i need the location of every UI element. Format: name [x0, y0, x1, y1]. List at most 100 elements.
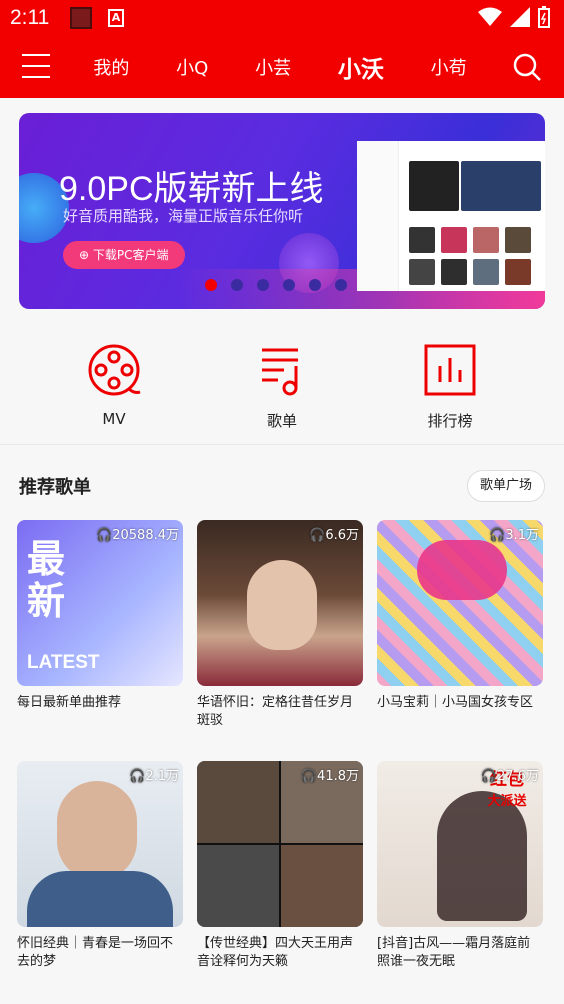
headphones-icon: 🎧 [309, 528, 326, 543]
ranking-label: 排行榜 [427, 412, 473, 430]
tab-wode[interactable]: 我的 [93, 54, 129, 80]
channel-tabs: 我的 小Q 小芸 小沃 小苟 [70, 36, 490, 98]
signal-icon [510, 7, 530, 27]
playlist-card[interactable]: 🎧6.6万 华语怀旧：定格往昔任岁月斑驳 [197, 520, 363, 730]
screenshot-tile [461, 161, 541, 211]
top-header: 我的 小Q 小芸 小沃 小苟 [0, 36, 564, 98]
badge-line-2: 大派送 [487, 794, 527, 809]
headphones-icon: 🎧 [300, 769, 318, 784]
playlist-cover: 🎧3.1万 [377, 520, 543, 686]
playlist-cover: 🎧2.1万 [17, 761, 183, 927]
download-pc-button[interactable]: ⊕ 下载PC客户端 [63, 241, 185, 269]
screenshot-sidebar [357, 141, 399, 291]
download-icon: ⊕ [79, 248, 90, 262]
banner-pager-dot[interactable] [309, 279, 321, 291]
banner-title: 9.0PC版崭新上线 [59, 170, 324, 208]
promo-banner[interactable]: 9.0PC版崭新上线 好音质用酷我，海量正版音乐任你听 ⊕ 下载PC客户端 [19, 113, 545, 309]
cover-quad [197, 845, 279, 927]
battery-icon [538, 6, 550, 28]
screenshot-tile [473, 259, 499, 285]
chart-icon [424, 344, 476, 396]
play-count-value: 27.6万 [497, 769, 539, 784]
cover-latest-word: LATEST [27, 652, 100, 673]
banner-pager-dot[interactable] [335, 279, 347, 291]
notification-icon [70, 7, 92, 29]
playlist-cover: 最 新 LATEST 🎧20588.4万 [17, 520, 183, 686]
play-count: 🎧3.1万 [489, 524, 539, 543]
play-count-value: 20588.4万 [112, 528, 179, 543]
cover-latest-char-2: 新 [27, 579, 66, 623]
section-title: 推荐歌单 [19, 477, 91, 498]
play-count: 🎧20588.4万 [96, 524, 179, 543]
playlist-title: [抖音]古风——霜月落庭前照谁一夜无眠 [377, 936, 531, 969]
wifi-icon [478, 7, 502, 26]
playlist-cover: 🎧41.8万 [197, 761, 363, 927]
quick-actions: MV 歌单 排行榜 [0, 330, 564, 442]
playlist-title: 怀旧经典｜青春是一场回不去的梦 [17, 936, 174, 969]
cover-portrait [247, 560, 317, 650]
app-notification-icon: A [108, 9, 124, 27]
banner-subtitle: 好音质用酷我，海量正版音乐任你听 [63, 207, 304, 225]
play-count: 🎧41.8万 [301, 765, 359, 784]
mv-label: MV [102, 410, 126, 428]
headphones-icon: 🎧 [96, 528, 113, 543]
screenshot-tile [505, 227, 531, 253]
screenshot-tile [473, 227, 499, 253]
banner-pager-dot[interactable] [205, 279, 217, 291]
playlist-card[interactable]: 🎧2.1万 怀旧经典｜青春是一场回不去的梦 [17, 761, 183, 971]
search-icon[interactable] [512, 52, 542, 82]
banner-pager-dot[interactable] [283, 279, 295, 291]
cover-portrait [57, 781, 137, 881]
screenshot-tile [409, 227, 435, 253]
playlist-card[interactable]: 🎧3.1万 小马宝莉｜小马国女孩专区 [377, 520, 543, 712]
play-count-value: 41.8万 [317, 769, 359, 784]
banner-pager-dot[interactable] [257, 279, 269, 291]
headphones-icon: 🎧 [489, 528, 506, 543]
status-bar: 2:11 A [0, 0, 564, 36]
screenshot-tile [409, 161, 459, 211]
playlist-label: 歌单 [266, 412, 297, 430]
screenshot-tile [441, 227, 467, 253]
tab-xiaowo[interactable]: 小沃 [338, 50, 384, 84]
film-reel-icon [88, 344, 141, 396]
divider [0, 444, 564, 445]
cover-quad [281, 845, 363, 927]
cover-quad [197, 761, 279, 843]
ranking-button[interactable]: 排行榜 [395, 330, 505, 442]
playlist-card[interactable]: 🎧41.8万 【传世经典】四大天王用声音诠释何为天籁 [197, 761, 363, 971]
play-count: 🎧27.6万 [481, 765, 539, 784]
playlist-card[interactable]: 最 新 LATEST 🎧20588.4万 每日最新单曲推荐 [17, 520, 183, 712]
playlist-cover: 红包 大派送 🎧27.6万 [377, 761, 543, 927]
screenshot-tile [441, 259, 467, 285]
playlist-title: 【传世经典】四大天王用声音诠释何为天籁 [197, 936, 354, 969]
mv-button[interactable]: MV [59, 330, 169, 442]
screenshot-tile [409, 259, 435, 285]
status-time: 2:11 [10, 6, 50, 29]
playlist-title: 华语怀旧：定格往昔任岁月斑驳 [197, 695, 354, 728]
play-count-value: 2.1万 [145, 769, 179, 784]
tab-xiaoq[interactable]: 小Q [176, 54, 208, 80]
playlist-cover: 🎧6.6万 [197, 520, 363, 686]
playlist-card[interactable]: 红包 大派送 🎧27.6万 [抖音]古风——霜月落庭前照谁一夜无眠 [377, 761, 543, 971]
play-count: 🎧6.6万 [309, 524, 359, 543]
tab-xiaogou[interactable]: 小苟 [431, 54, 467, 80]
banner-pager [205, 279, 347, 291]
headphones-icon: 🎧 [129, 769, 146, 784]
tab-xiaoyun[interactable]: 小芸 [255, 54, 291, 80]
playlist-title: 每日最新单曲推荐 [17, 695, 122, 710]
play-count-value: 3.1万 [505, 528, 539, 543]
cover-logo [417, 540, 507, 600]
headphones-icon: 🎧 [480, 769, 498, 784]
cover-jacket [27, 871, 173, 927]
play-count-value: 6.6万 [325, 528, 359, 543]
play-count: 🎧2.1万 [129, 765, 179, 784]
menu-icon[interactable] [22, 54, 50, 78]
playlist-title: 小马宝莉｜小马国女孩专区 [377, 695, 534, 710]
download-pc-label: 下载PC客户端 [92, 248, 169, 262]
playlist-button[interactable]: 歌单 [227, 330, 337, 442]
playlist-icon [262, 348, 298, 396]
pc-client-screenshot [357, 141, 545, 291]
banner-pager-dot[interactable] [231, 279, 243, 291]
playlist-plaza-button[interactable]: 歌单广场 [466, 470, 545, 502]
screenshot-tile [505, 259, 531, 285]
